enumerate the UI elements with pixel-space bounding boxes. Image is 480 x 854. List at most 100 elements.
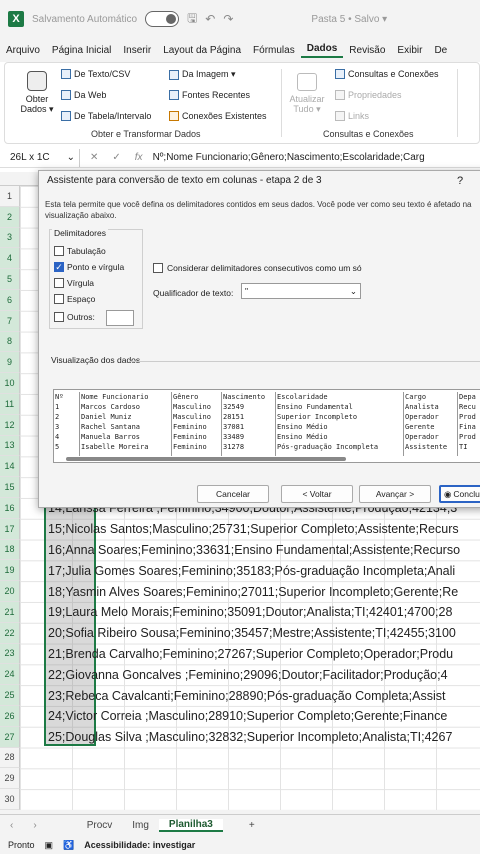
row-header[interactable]: 30: [0, 789, 20, 810]
accessibility-status[interactable]: Acessibilidade: investigar: [84, 840, 195, 850]
function-icon[interactable]: fx: [125, 152, 153, 163]
tab-exibir[interactable]: Exibir: [391, 45, 428, 56]
name-box[interactable]: 26L x 1C ⌄: [0, 148, 80, 167]
get-data-button[interactable]: Obter Dados ▾: [17, 71, 57, 115]
row-header[interactable]: 13: [0, 435, 20, 457]
row-header[interactable]: 9: [0, 352, 20, 374]
cell-value[interactable]: 18;Yasmin Alves Soares;Feminino;27011;Su…: [48, 581, 458, 602]
from-web-button[interactable]: Da Web: [61, 90, 106, 100]
row-header[interactable]: 12: [0, 414, 20, 436]
tab-pagina-inicial[interactable]: Página Inicial: [46, 45, 117, 56]
tab-desenvolvedor[interactable]: De: [428, 45, 453, 56]
next-sheet-icon[interactable]: ›: [23, 820, 46, 831]
tab-layout[interactable]: Layout da Página: [157, 45, 247, 56]
row-header[interactable]: 22: [0, 622, 20, 644]
cancel-icon[interactable]: ✕: [80, 152, 108, 163]
cell-value[interactable]: 16;Anna Soares;Feminino;33631;Ensino Fun…: [48, 540, 460, 561]
recent-sources-button[interactable]: Fontes Recentes: [169, 90, 250, 100]
sheet-tab-img[interactable]: Img: [122, 820, 159, 831]
comma-checkbox[interactable]: [54, 278, 64, 288]
back-button[interactable]: < Voltar: [281, 485, 353, 503]
cell-value[interactable]: 21;Brenda Carvalho;Feminino;27267;Superi…: [48, 644, 453, 665]
row-header[interactable]: 6: [0, 290, 20, 311]
existing-connections-button[interactable]: Conexões Existentes: [169, 111, 267, 121]
row-header[interactable]: 1: [0, 186, 20, 207]
from-text-csv-button[interactable]: De Texto/CSV: [61, 69, 130, 79]
other-checkbox[interactable]: [54, 312, 64, 322]
other-checkbox-row[interactable]: Outros:: [54, 312, 95, 322]
cancel-button[interactable]: Cancelar: [197, 485, 269, 503]
row-header[interactable]: 20: [0, 581, 20, 602]
comma-checkbox-row[interactable]: Vírgula: [54, 278, 94, 288]
tab-dados[interactable]: Dados: [300, 43, 344, 58]
row-header[interactable]: 4: [0, 248, 20, 270]
redo-icon[interactable]: ↷: [223, 12, 233, 26]
undo-icon[interactable]: ↶: [205, 12, 215, 26]
data-preview[interactable]: Nº 1 2 3 4 5 Nome Funcionario Marcos Cardoso Da…: [53, 389, 480, 463]
preview-scrollbar[interactable]: [66, 457, 346, 461]
queries-connections-button[interactable]: Consultas e Conexões: [335, 69, 439, 79]
tab-arquivo[interactable]: Arquivo: [0, 45, 46, 56]
confirm-icon[interactable]: ✓: [108, 152, 124, 163]
row-header[interactable]: 3: [0, 227, 20, 249]
links-button[interactable]: Links: [335, 111, 369, 121]
finish-button[interactable]: ◉Concluir: [439, 485, 480, 503]
cell-value[interactable]: 25;Douglas Silva ;Masculino;32832;Superi…: [48, 727, 452, 748]
macro-icon[interactable]: ▣: [45, 840, 54, 851]
cell-value[interactable]: 24;Victor Correia ;Masculino;28910;Super…: [48, 706, 447, 727]
row-header[interactable]: 10: [0, 373, 20, 394]
row-header[interactable]: 24: [0, 664, 20, 686]
row-header[interactable]: 15: [0, 477, 20, 498]
help-button[interactable]: ?: [457, 175, 463, 187]
sheet-tab-procv[interactable]: Procv: [77, 820, 123, 831]
save-icon[interactable]: 🖫: [187, 9, 197, 30]
row-header[interactable]: 25: [0, 685, 20, 706]
cell-value[interactable]: 22;Giovanna Goncalves ;Feminino;29096;Do…: [48, 664, 448, 685]
cell-value[interactable]: 17;Julia Gomes Soares;Feminino;35183;Pós…: [48, 560, 455, 581]
row-header[interactable]: 17: [0, 518, 20, 540]
tab-checkbox-row[interactable]: Tabulação: [54, 246, 106, 256]
row-header[interactable]: 28: [0, 747, 20, 769]
row-header[interactable]: 11: [0, 394, 20, 415]
tab-revisao[interactable]: Revisão: [343, 45, 391, 56]
space-checkbox-row[interactable]: Espaço: [54, 294, 95, 304]
from-image-button[interactable]: Da Imagem ▾: [169, 69, 236, 80]
other-delimiter-input[interactable]: [106, 310, 134, 326]
properties-button[interactable]: Propriedades: [335, 90, 402, 100]
row-header[interactable]: 7: [0, 310, 20, 332]
tab-checkbox[interactable]: [54, 246, 64, 256]
row-header[interactable]: 27: [0, 726, 20, 748]
autosave-toggle[interactable]: [145, 11, 180, 27]
cell-value[interactable]: 19;Laura Melo Morais;Feminino;35091;Dout…: [48, 602, 452, 623]
qualifier-select[interactable]: " ⌄: [241, 283, 361, 299]
row-header[interactable]: 8: [0, 331, 20, 353]
semicolon-checkbox-row[interactable]: ✓ Ponto e vírgula: [54, 262, 124, 272]
row-header[interactable]: 2: [0, 206, 20, 228]
sheet-tab-planilha3[interactable]: Planilha3: [158, 819, 223, 832]
row-header[interactable]: 16: [0, 498, 20, 519]
row-header[interactable]: 14: [0, 456, 20, 478]
from-table-button[interactable]: De Tabela/Intervalo: [61, 111, 151, 121]
space-checkbox[interactable]: [54, 294, 64, 304]
accessibility-icon[interactable]: ♿: [63, 840, 74, 851]
row-header[interactable]: 18: [0, 539, 20, 561]
cell-value[interactable]: 20;Sofia Ribeiro Sousa;Feminino;35457;Me…: [48, 623, 456, 644]
row-header[interactable]: 26: [0, 706, 20, 727]
next-button[interactable]: Avançar >: [359, 485, 431, 503]
consecutive-checkbox-row[interactable]: Considerar delimitadores consecutivos co…: [153, 263, 362, 273]
refresh-all-button[interactable]: Atualizar Tudo ▾: [287, 73, 327, 115]
row-header[interactable]: 23: [0, 643, 20, 665]
row-header[interactable]: 29: [0, 768, 20, 790]
consecutive-checkbox[interactable]: [153, 263, 163, 273]
row-header[interactable]: 5: [0, 269, 20, 290]
file-name[interactable]: Pasta 5 • Salvo ▾: [311, 14, 387, 25]
semicolon-checkbox[interactable]: ✓: [54, 262, 64, 272]
formula-input[interactable]: Nº;Nome Funcionario;Gênero;Nascimento;Es…: [153, 152, 425, 163]
tab-inserir[interactable]: Inserir: [117, 45, 157, 56]
row-header[interactable]: 21: [0, 602, 20, 623]
add-sheet-icon[interactable]: +: [239, 820, 265, 831]
row-header[interactable]: 19: [0, 560, 20, 582]
prev-sheet-icon[interactable]: ‹: [0, 820, 23, 831]
cell-value[interactable]: 15;Nicolas Santos;Masculino;25731;Superi…: [48, 519, 459, 540]
tab-formulas[interactable]: Fórmulas: [247, 45, 301, 56]
